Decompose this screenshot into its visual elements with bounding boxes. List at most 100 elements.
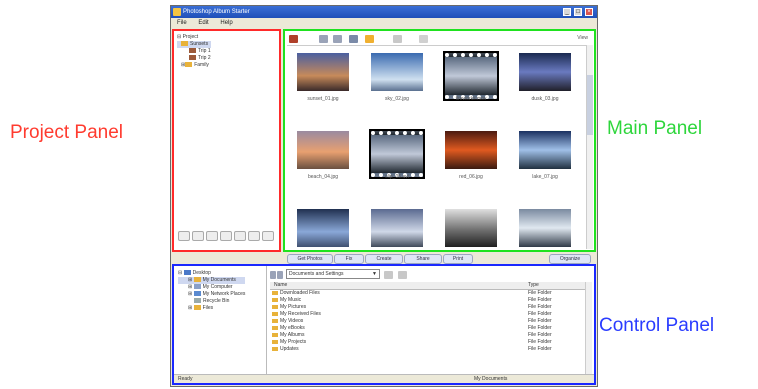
views-icon[interactable] (398, 271, 407, 279)
folder-icon (272, 319, 278, 323)
tree-item-trip1[interactable]: Trip 1 (177, 48, 211, 55)
back-icon[interactable] (270, 271, 276, 279)
tree-recycle-bin[interactable]: Recycle Bin (178, 298, 245, 305)
tree-item-trip2[interactable]: Trip 2 (177, 55, 211, 62)
tab-create[interactable]: Create (365, 254, 403, 264)
menu-help[interactable]: Help (220, 20, 232, 26)
refresh-icon[interactable] (384, 271, 393, 279)
photo-thumbnail-image[interactable] (519, 53, 571, 91)
title-bar: Photoshop Album Starter (171, 6, 597, 18)
rename-button[interactable] (220, 231, 232, 241)
home-icon[interactable] (289, 35, 298, 43)
thumbnail-caption: lake_07.jpg (532, 174, 558, 180)
project-toolbar (178, 228, 276, 246)
folder-icon (272, 333, 278, 337)
view-label[interactable]: View (577, 35, 588, 41)
move-down-button[interactable] (262, 231, 274, 241)
photo-thumbnail-image[interactable] (445, 131, 497, 169)
file-name: My Music (280, 297, 302, 303)
tree-files[interactable]: ⊞ Files (178, 305, 245, 312)
file-row[interactable]: My Videos File Folder (270, 318, 586, 325)
folder-icon (181, 41, 188, 47)
file-row[interactable]: My eBooks File Folder (270, 325, 586, 332)
tree-my-computer[interactable]: ⊞ My Computer (178, 284, 245, 291)
photo-thumbnail-image[interactable] (297, 209, 349, 247)
tab-share[interactable]: Share (404, 254, 442, 264)
folder-icon (272, 305, 278, 309)
project-panel-callout: Project Panel (10, 122, 124, 143)
tab-print[interactable]: Print (443, 254, 473, 264)
file-name: My Albums (280, 332, 305, 338)
photo-thumbnail-image[interactable] (371, 53, 423, 91)
video-thumbnail-image[interactable] (371, 131, 423, 177)
file-type: File Folder (528, 332, 552, 338)
file-type: File Folder (528, 311, 552, 317)
menu-edit[interactable]: Edit (198, 20, 208, 26)
tree-desktop[interactable]: ⊟ Desktop (178, 270, 245, 277)
splitter[interactable] (266, 266, 267, 383)
file-name: My Videos (280, 318, 304, 324)
file-row[interactable]: My Albums File Folder (270, 332, 586, 339)
file-type: File Folder (528, 318, 552, 324)
folder-icon (272, 326, 278, 330)
photo-thumbnail-image[interactable] (519, 209, 571, 247)
delete-button[interactable] (234, 231, 246, 241)
photo-thumbnail-image[interactable] (297, 131, 349, 169)
tree-item-sunsets[interactable]: Sunsets (177, 41, 211, 48)
tree-item-project[interactable]: ⊟ Project (177, 34, 211, 41)
album-icon (189, 55, 196, 61)
close-button[interactable]: × (585, 8, 593, 16)
tree-item-family[interactable]: ⊞ Family (177, 62, 211, 69)
menu-file[interactable]: File (177, 20, 187, 26)
file-name: My eBooks (280, 325, 305, 331)
file-type: File Folder (528, 325, 552, 331)
video-thumbnail-image[interactable] (445, 53, 497, 99)
tree-network-places[interactable]: ⊞ My Network Places (178, 291, 245, 298)
tree-my-documents[interactable]: ⊞ My Documents (178, 277, 246, 284)
main-scrollbar[interactable] (586, 45, 593, 249)
photo-thumbnail-image[interactable] (297, 53, 349, 91)
rotate-right-icon[interactable] (333, 35, 342, 43)
open-project-button[interactable] (192, 231, 204, 241)
file-row[interactable]: My Received Files File Folder (270, 311, 586, 318)
file-row[interactable]: My Projects File Folder (270, 339, 586, 346)
file-row[interactable]: My Pictures File Folder (270, 304, 586, 311)
maximize-button[interactable]: □ (574, 8, 582, 16)
text-icon[interactable] (419, 35, 428, 43)
folder-select[interactable]: Documents and Settings ▼ (286, 269, 380, 279)
minimize-button[interactable]: _ (563, 8, 571, 16)
move-up-button[interactable] (248, 231, 260, 241)
main-panel: View sunset_01.jpg sky_02.jpg fireworks.mo… (283, 29, 596, 252)
add-album-button[interactable] (206, 231, 218, 241)
rotate-left-icon[interactable] (319, 35, 328, 43)
photo-thumbnail-image[interactable] (445, 209, 497, 247)
file-row[interactable]: Updates File Folder (270, 346, 586, 353)
scroll-thumb[interactable] (587, 75, 593, 135)
new-project-button[interactable] (178, 231, 190, 241)
tab-fix[interactable]: Fix (334, 254, 364, 264)
column-type[interactable]: Type (528, 282, 539, 289)
project-panel: ⊟ Project Sunsets Trip 1 Trip 2 ⊞ Family (172, 29, 281, 252)
photo-thumbnail-image[interactable] (371, 209, 423, 247)
folder-icon (272, 291, 278, 295)
file-row[interactable]: My Music File Folder (270, 297, 586, 304)
folder-icon (272, 347, 278, 351)
column-name[interactable]: Name (274, 282, 287, 289)
star-icon[interactable] (365, 35, 374, 43)
edit-icon[interactable] (349, 35, 358, 43)
thumbnail-caption: clip_05.avi (385, 174, 409, 180)
file-row[interactable]: Downloaded Files File Folder (270, 290, 586, 297)
task-tabs: Get Photos Fix Create Share Print Organi… (171, 253, 597, 264)
file-list: Downloaded Files File Folder My Music File … (270, 290, 586, 353)
tab-get-photos[interactable]: Get Photos (287, 254, 333, 264)
thumbnail-caption: fireworks.mov (455, 96, 487, 102)
photo-thumbnail-image[interactable] (519, 131, 571, 169)
up-folder-icon[interactable] (277, 271, 283, 279)
file-name: Updates (280, 346, 299, 352)
page-icon[interactable] (393, 35, 402, 43)
file-list-scrollbar[interactable] (585, 282, 592, 374)
status-text: Ready (178, 376, 193, 382)
file-type: File Folder (528, 290, 552, 296)
tab-organize[interactable]: Organize (549, 254, 591, 264)
file-name: My Pictures (280, 304, 307, 310)
